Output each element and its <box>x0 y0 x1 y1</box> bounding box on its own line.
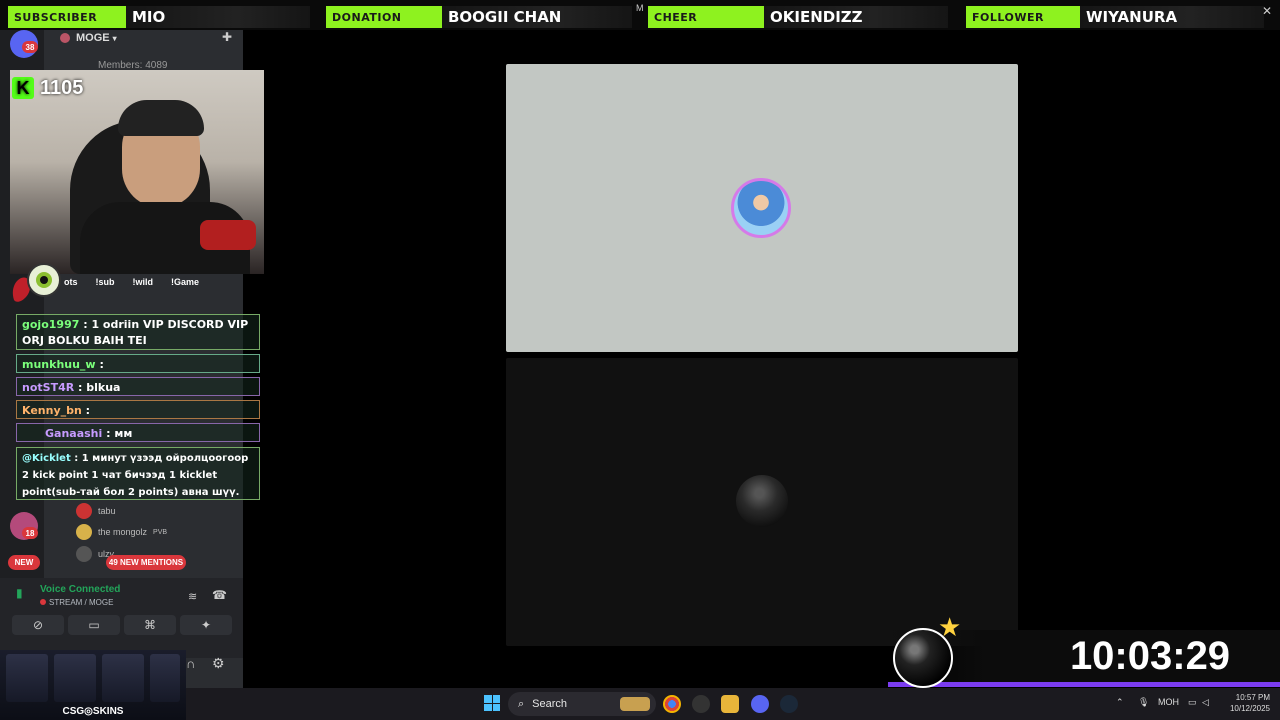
viewer-count: 1105 <box>40 76 84 99</box>
server-header[interactable]: MOGE ▾ <box>44 30 243 46</box>
skin-card <box>54 654 96 702</box>
chat-username: Kenny_bn <box>22 404 82 417</box>
alert-follower-tag: FOLLOWER <box>966 6 1080 28</box>
alert-cheer-name: OKIENDIZZ <box>764 6 948 28</box>
chrome-icon[interactable] <box>663 695 681 713</box>
chat-message: notST4R : blkua <box>16 377 260 396</box>
command-partial: ots <box>64 277 78 287</box>
alert-mark: M <box>636 3 644 13</box>
voice-member[interactable]: the mongolz PVB <box>76 524 167 540</box>
speaker-icon[interactable]: ◁ <box>1202 697 1209 708</box>
voice-member[interactable]: tabu <box>76 503 116 519</box>
avatar <box>731 178 791 238</box>
mascot-icon <box>12 263 61 302</box>
chat-message: Ganaashi : мм <box>16 423 260 442</box>
skin-card <box>102 654 144 702</box>
server-icon <box>60 33 70 43</box>
role-tag: PVB <box>153 528 168 536</box>
rail-badge: 18 <box>22 527 38 539</box>
disconnect-icon[interactable]: ☎ <box>212 588 227 602</box>
app-icon[interactable] <box>692 695 710 713</box>
language-indicator[interactable]: МОН <box>1158 697 1179 707</box>
new-mentions-button[interactable]: 49 NEW MENTIONS <box>106 555 186 570</box>
soundboard-button[interactable]: ✦ <box>180 615 232 635</box>
taskbar-search[interactable]: ⌕ Search <box>508 692 656 716</box>
voice-channel-label: STREAM / MOGE <box>40 598 113 607</box>
chat-username: notST4R <box>22 381 75 394</box>
alert-follower-name: WIYANURA <box>1080 6 1264 28</box>
rail-badge: 38 <box>22 41 38 53</box>
taskbar-clock[interactable]: 10:57 PM 10/12/2025 <box>1218 692 1270 714</box>
voice-channel-name: STREAM / MOGE <box>49 598 114 607</box>
avatar <box>76 546 92 562</box>
kick-viewer-badge: K 1105 <box>12 74 83 102</box>
search-highlight-icon <box>620 697 650 711</box>
alert-subscriber-tag: SUBSCRIBER <box>8 6 126 28</box>
skin-card <box>6 654 48 702</box>
chevron-down-icon: ▾ <box>112 33 117 43</box>
avatar <box>76 524 92 540</box>
clock-time: 10:57 PM <box>1235 693 1270 702</box>
activities-button[interactable]: ⌘ <box>124 615 176 635</box>
hair-shape <box>118 100 204 136</box>
noise-icon[interactable]: ≋ <box>188 590 197 603</box>
gear-icon[interactable]: ⚙ <box>212 655 225 672</box>
camera-off-button[interactable]: ⊘ <box>12 615 64 635</box>
chat-message: munkhuu_w : <box>16 354 260 373</box>
voice-connected-label: Voice Connected <box>40 584 121 595</box>
chat-username: munkhuu_w <box>22 358 96 371</box>
steam-icon[interactable] <box>780 695 798 713</box>
folder-icon[interactable] <box>721 695 739 713</box>
avatar <box>736 475 788 527</box>
timer-progress-bar <box>888 682 1280 687</box>
alert-subscriber-name: MIO <box>126 6 310 28</box>
kick-logo-icon: K <box>12 77 34 99</box>
command-bar: ots !sub !wild !Game <box>60 276 270 292</box>
avatar <box>76 503 92 519</box>
voice-member-name: tabu <box>98 506 116 516</box>
stream-timer: 10:03:29 <box>1069 634 1231 678</box>
discord-icon[interactable] <box>751 695 769 713</box>
voice-member-name: the mongolz <box>98 527 148 537</box>
clock-date: 10/12/2025 <box>1229 704 1270 713</box>
command-game: !Game <box>171 277 200 287</box>
chat-message: Kenny_bn : <box>16 400 260 419</box>
skin-card <box>150 654 180 702</box>
chat-username: @Kicklet <box>22 453 71 464</box>
server-name: MOGE <box>76 32 110 44</box>
alert-donation-tag: DONATION <box>326 6 442 28</box>
chat-message: gojo1997 : 1 odriin VIP DISCORD VIP ORJ … <box>16 314 260 350</box>
alert-cheer-tag: CHEER <box>648 6 764 28</box>
search-icon: ⌕ <box>518 697 525 710</box>
command-wild: !wild <box>132 277 154 287</box>
screen-share-button[interactable]: ▭ <box>68 615 120 635</box>
spark-icon: ★ <box>938 612 962 642</box>
chat-message: @Kicklet : 1 минут үзээд ойролцоогоор 2 … <box>16 447 260 500</box>
csgo-skins-widget: CSG◎SKINS <box>0 650 186 720</box>
chat-username: gojo1997 <box>22 318 80 331</box>
new-badge[interactable]: NEW <box>8 555 40 570</box>
chat-username: Ganaashi <box>45 427 103 440</box>
monitor-icon[interactable]: ▭ <box>1188 697 1197 708</box>
skins-logo: CSG◎SKINS <box>62 706 124 717</box>
search-label: Search <box>532 698 568 710</box>
chat-text: blkua <box>86 381 121 394</box>
close-icon[interactable]: ✕ <box>1262 4 1272 18</box>
mic-shape <box>200 220 256 250</box>
add-friend-icon[interactable]: ✚ <box>222 30 232 44</box>
alert-donation-name: BOOGII CHAN <box>442 6 632 28</box>
mic-icon[interactable]: 🎙 <box>1138 697 1149 708</box>
signal-icon: ▮ <box>16 586 23 600</box>
chevron-up-icon[interactable]: ⌃ <box>1116 697 1124 708</box>
windows-start-icon[interactable] <box>484 695 500 711</box>
headset-icon[interactable]: ∩ <box>186 656 195 671</box>
command-sub: !sub <box>95 277 115 287</box>
chat-text: мм <box>114 427 133 440</box>
